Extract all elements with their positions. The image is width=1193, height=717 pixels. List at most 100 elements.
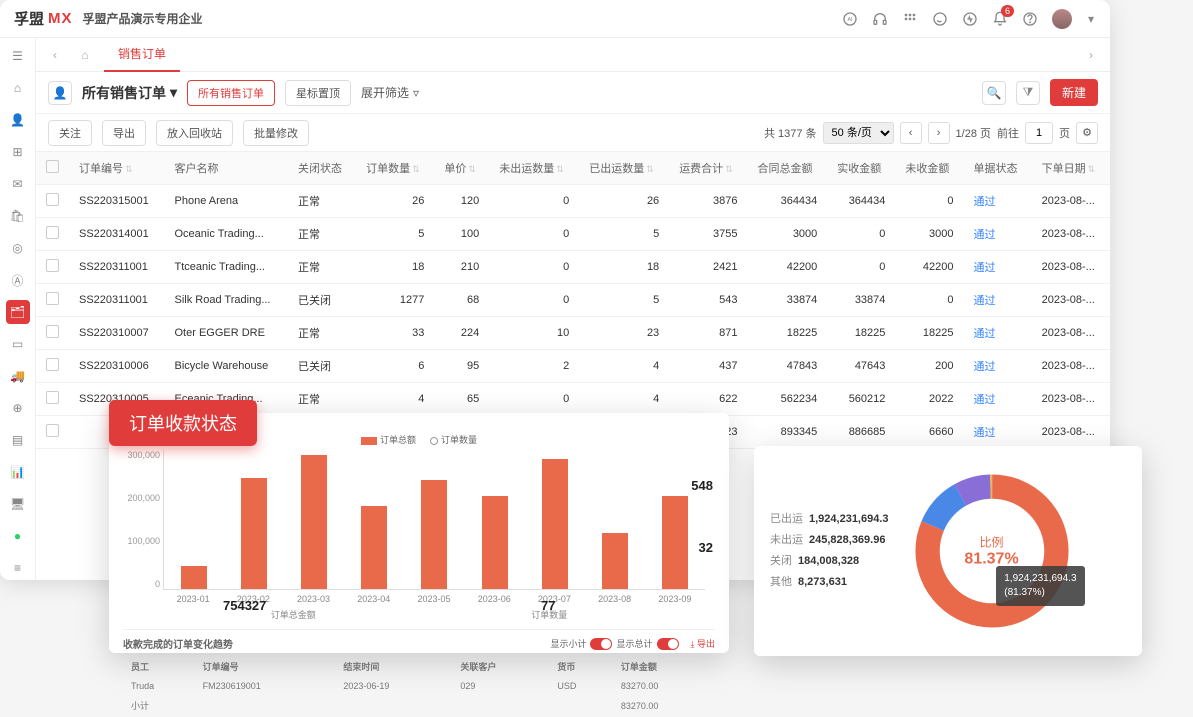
nav-org-icon[interactable]: ⊞ [6,140,30,164]
row-checkbox[interactable] [46,226,59,239]
cell-received: 47643 [827,350,895,383]
col-freight[interactable]: 运费合计⇅ [669,152,747,185]
nav-wa-icon[interactable]: ● [6,524,30,548]
activity-icon[interactable] [962,11,978,27]
view-name-text: 所有销售订单 [82,83,166,103]
chevron-down-icon[interactable]: ▾ [1086,11,1096,27]
nav-circle-a-icon[interactable]: Ⓐ [6,268,30,292]
headset-icon[interactable] [872,11,888,27]
select-all-checkbox[interactable] [46,160,59,173]
col-unshipped[interactable]: 未出运数量⇅ [489,152,579,185]
chip-star-pin[interactable]: 星标置顶 [285,80,351,106]
col-contract[interactable]: 合同总金额 [747,152,827,185]
trend-export-button[interactable]: ⤓ 导出 [691,637,716,650]
doc-status-link[interactable]: 通过 [974,328,996,340]
nav-money-icon[interactable]: ⊕ [6,396,30,420]
nav-report-icon[interactable]: ▤ [6,428,30,452]
col-order-date[interactable]: 下单日期⇅ [1032,152,1110,185]
row-checkbox[interactable] [46,424,59,437]
nav-stats-icon[interactable]: 📊 [6,460,30,484]
new-button[interactable]: 新建 [1050,79,1098,106]
nav-compass-icon[interactable]: ◎ [6,236,30,260]
col-unit-price[interactable]: 单价⇅ [434,152,489,185]
follow-button[interactable]: 关注 [48,120,92,146]
avatar[interactable] [1052,9,1072,29]
goto-label: 前往 [997,125,1019,141]
tab-next-icon[interactable]: › [1080,44,1102,66]
col-order-no[interactable]: 订单编号⇅ [69,152,165,185]
nav-user-icon[interactable]: 👤 [6,108,30,132]
col-doc-status[interactable]: 单据状态 [964,152,1032,185]
table-row[interactable]: SS220310006 Bicycle Warehouse 已关闭 6 95 2… [36,350,1110,383]
col-unreceived[interactable]: 未收金额 [895,152,963,185]
tab-home-icon[interactable]: ⌂ [74,44,96,66]
nav-more-icon[interactable]: ≡ [6,556,30,580]
goto-page-input[interactable] [1025,122,1053,144]
cell-qty: 1277 [356,284,434,317]
nav-doc-icon[interactable]: ▭ [6,332,30,356]
bar[interactable] [421,480,447,589]
bar[interactable] [482,496,508,589]
cell-date: 2023-08-... [1032,416,1110,449]
whatsapp-icon[interactable] [932,11,948,27]
settings-icon[interactable]: ⚙ [1076,122,1098,144]
bar[interactable] [241,478,267,589]
row-checkbox[interactable] [46,325,59,338]
col-customer[interactable]: 客户名称 [165,152,288,185]
view-user-icon[interactable]: 👤 [48,81,72,105]
nav-orders-icon[interactable]: 🗂 [6,300,30,324]
nav-truck-icon[interactable]: 🚚 [6,364,30,388]
nav-home-icon[interactable]: ⌂ [6,76,30,100]
per-page-select[interactable]: 50 条/页 [823,122,894,144]
doc-status-link[interactable]: 通过 [974,229,996,241]
doc-status-link[interactable]: 通过 [974,427,996,439]
row-checkbox[interactable] [46,193,59,206]
tab-prev-icon[interactable]: ‹ [44,44,66,66]
recycle-button[interactable]: 放入回收站 [156,120,233,146]
table-row[interactable]: SS220315001 Phone Arena 正常 26 120 0 26 3… [36,185,1110,218]
filter-icon[interactable]: ⧩ [1016,81,1040,105]
bell-icon[interactable] [992,11,1008,27]
doc-status-link[interactable]: 通过 [974,361,996,373]
search-icon[interactable]: 🔍 [982,81,1006,105]
page-next-button[interactable]: › [928,122,950,144]
view-selector[interactable]: 所有销售订单▾ [82,83,177,103]
batch-edit-button[interactable]: 批量修改 [243,120,309,146]
ai-icon[interactable]: AI [842,11,858,27]
nav-bag-icon[interactable]: 🛍 [6,204,30,228]
expand-filter[interactable]: 展开筛选▿ [361,84,419,101]
nav-monitor-icon[interactable]: 🖥 [6,492,30,516]
bar[interactable] [181,566,207,589]
chip-all-orders[interactable]: 所有销售订单 [187,80,275,106]
bar[interactable] [602,533,628,589]
nav-menu-icon[interactable]: ☰ [6,44,30,68]
col-order-qty[interactable]: 订单数量⇅ [356,152,434,185]
row-checkbox[interactable] [46,358,59,371]
help-icon[interactable] [1022,11,1038,27]
bar[interactable] [361,506,387,589]
page-prev-button[interactable]: ‹ [900,122,922,144]
doc-status-link[interactable]: 通过 [974,394,996,406]
table-row[interactable]: SS220311001 Ttceanic Trading... 正常 18 21… [36,251,1110,284]
table-row[interactable]: SS220314001 Oceanic Trading... 正常 5 100 … [36,218,1110,251]
tab-sales-orders[interactable]: 销售订单 [104,38,180,72]
doc-status-link[interactable]: 通过 [974,262,996,274]
grid-icon[interactable] [902,11,918,27]
bar[interactable] [662,496,688,589]
nav-mail-icon[interactable]: ✉ [6,172,30,196]
doc-status-link[interactable]: 通过 [974,295,996,307]
subtotal-toggle[interactable] [590,638,612,650]
table-row[interactable]: SS220310007 Oter EGGER DRE 正常 33 224 10 … [36,317,1110,350]
col-shipped[interactable]: 已出运数量⇅ [579,152,669,185]
bar[interactable] [301,455,327,589]
row-checkbox[interactable] [46,259,59,272]
table-row[interactable]: SS220311001 Silk Road Trading... 已关闭 127… [36,284,1110,317]
row-checkbox[interactable] [46,292,59,305]
export-button[interactable]: 导出 [102,120,146,146]
col-received[interactable]: 实收金额 [827,152,895,185]
total-toggle[interactable] [657,638,679,650]
bar[interactable] [542,459,568,589]
col-close-status[interactable]: 关闭状态 [288,152,356,185]
row-checkbox[interactable] [46,391,59,404]
doc-status-link[interactable]: 通过 [974,196,996,208]
